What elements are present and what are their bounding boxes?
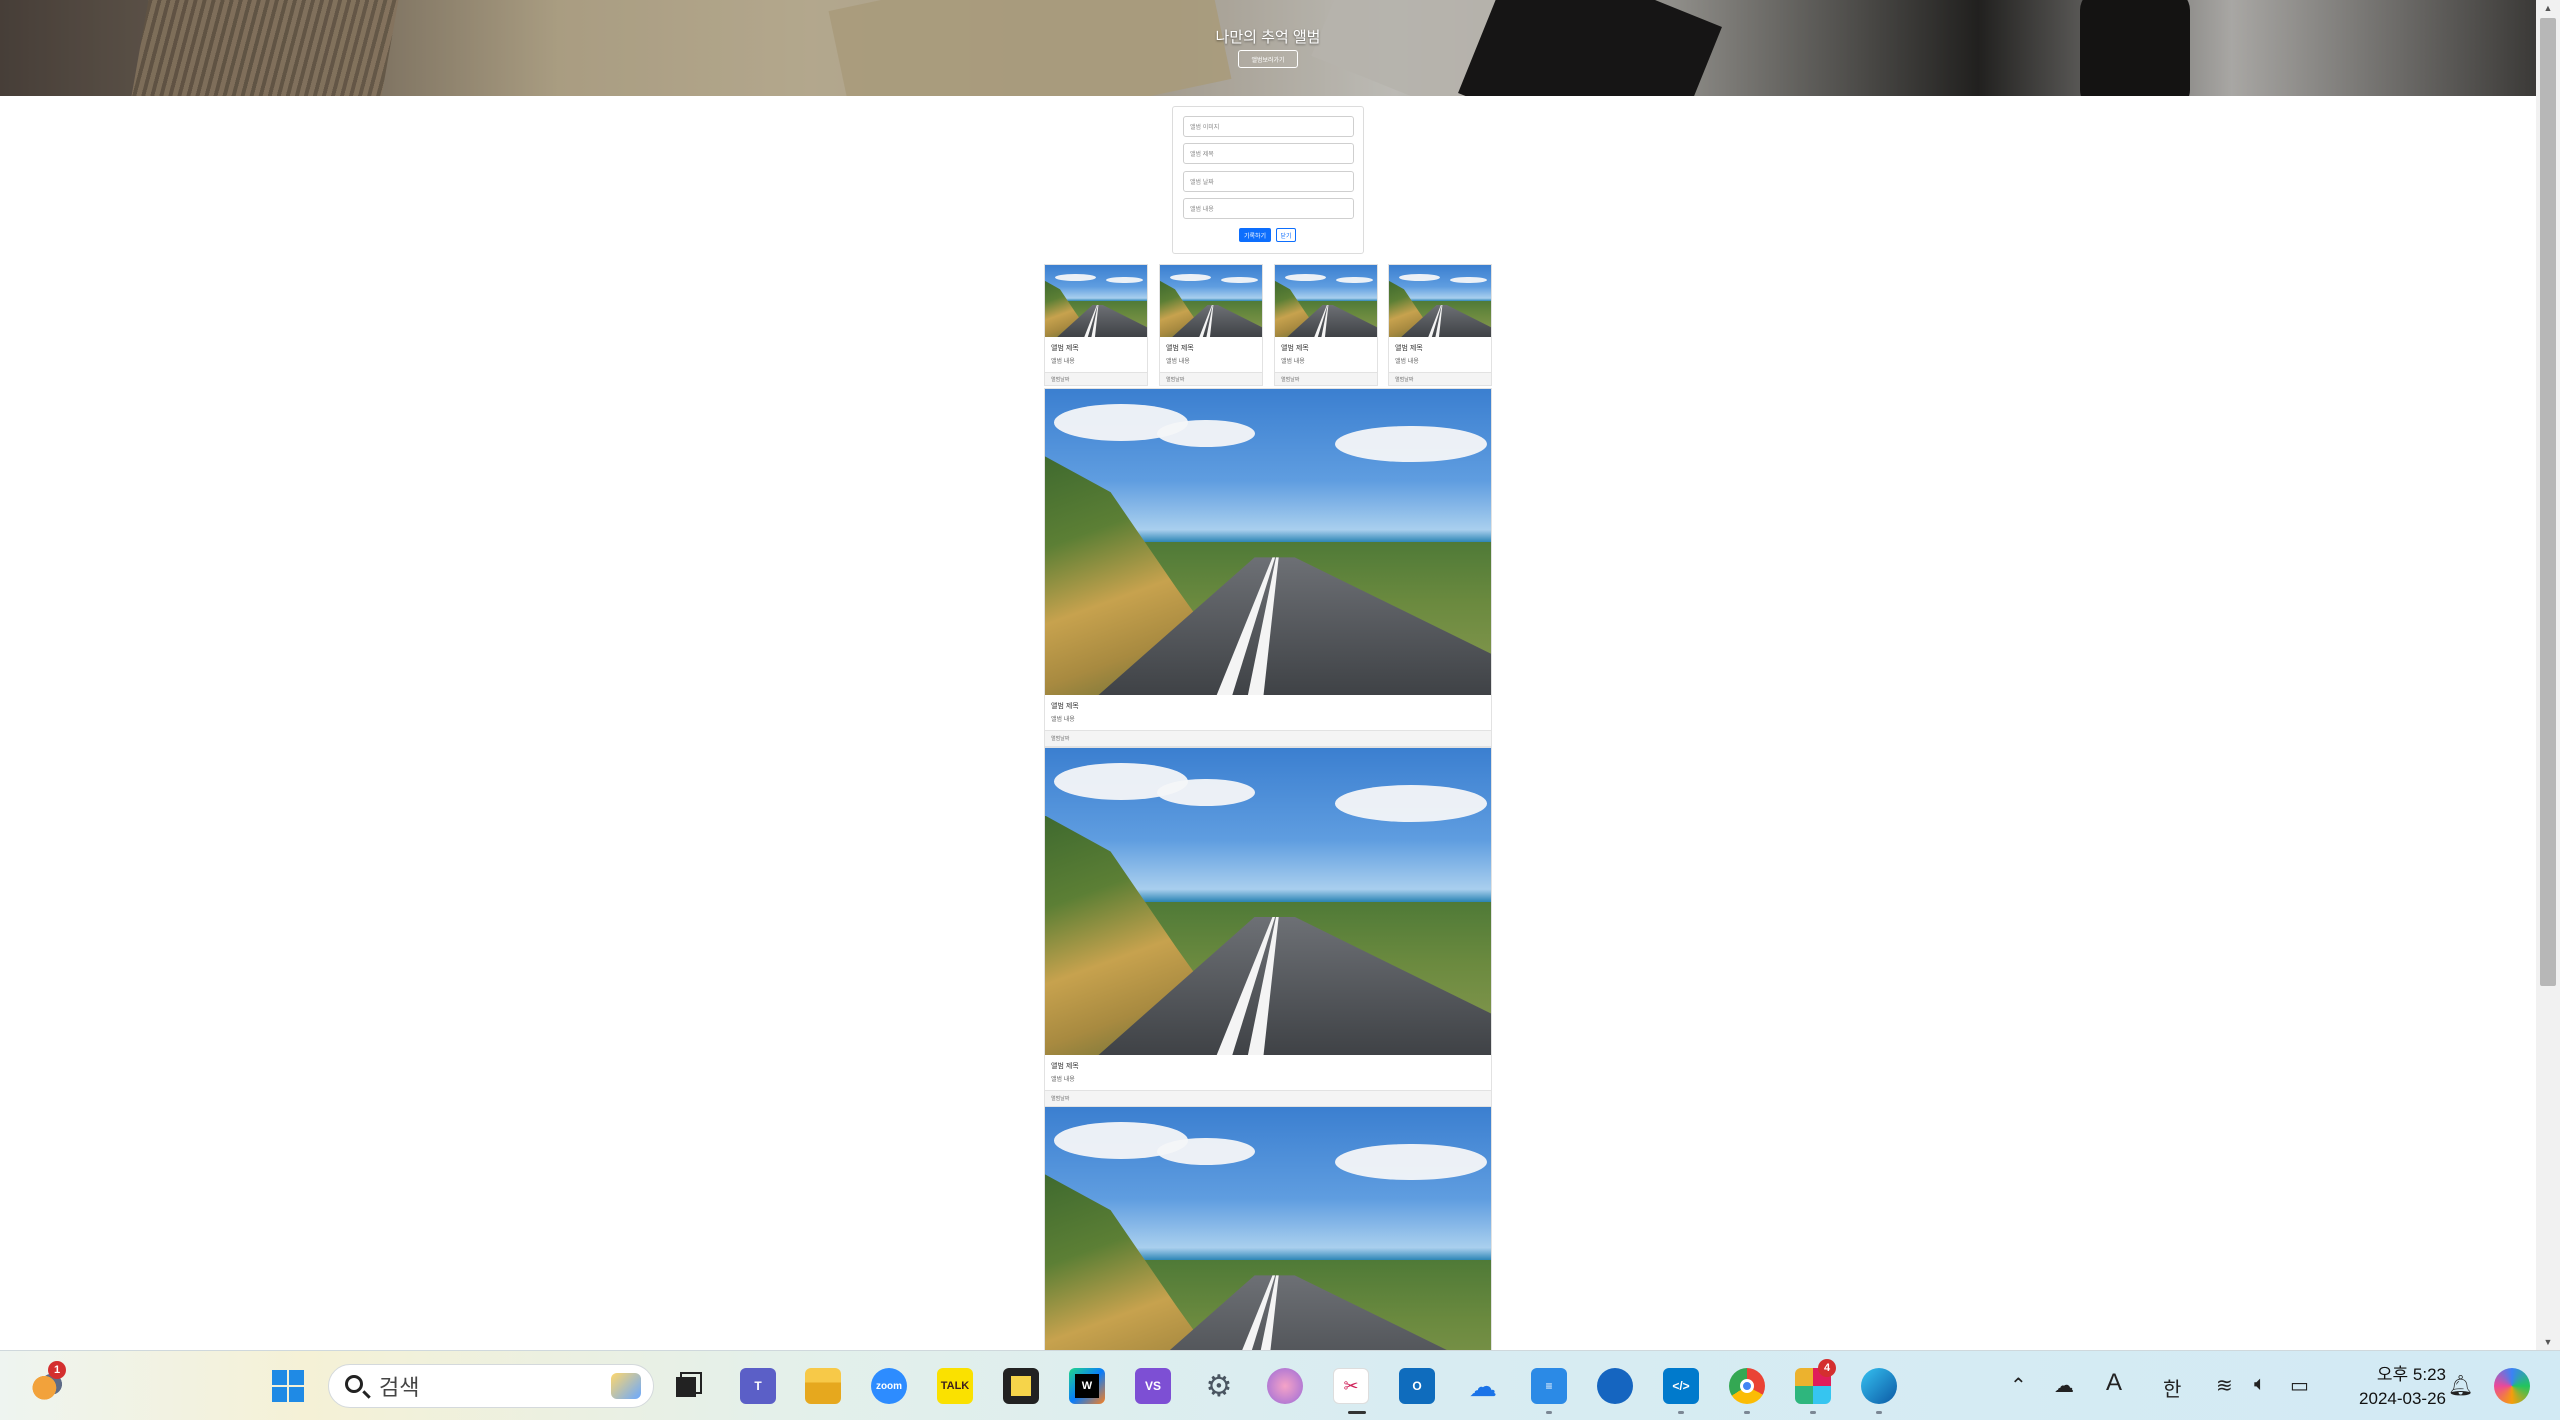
card-content: 앨범 내용 <box>1281 359 1305 365</box>
album-photo <box>1389 265 1491 337</box>
card-footer: 앨범날짜 <box>1160 372 1262 385</box>
card-title: 앨범 제목 <box>1051 1063 1079 1070</box>
album-card[interactable]: 앨범 제목 앨범 내용 앨범날짜 <box>1044 388 1492 747</box>
album-title-input[interactable]: 앨범 제목 <box>1183 143 1354 164</box>
kakaotalk-icon[interactable]: TALK <box>937 1368 973 1404</box>
windows-start-icon[interactable] <box>270 1368 306 1404</box>
font-input-icon[interactable]: A <box>2106 1369 2122 1397</box>
card-title: 앨범 제목 <box>1281 345 1309 352</box>
file-explorer-icon[interactable] <box>805 1368 841 1404</box>
album-photo <box>1275 265 1377 337</box>
task-view-icon[interactable] <box>670 1368 706 1404</box>
page-scrollbar[interactable]: ▲ ▼ <box>2536 0 2560 1350</box>
hero-title: 나만의 추억 앨범 <box>1215 29 1321 46</box>
card-content: 앨범 내용 <box>1051 359 1075 365</box>
search-highlight-icon <box>611 1373 641 1399</box>
snipping-tool-icon[interactable]: ✂ <box>1333 1368 1369 1404</box>
view-album-button[interactable]: 앨범보러가기 <box>1238 50 1298 68</box>
card-content: 앨범 내용 <box>1395 359 1419 365</box>
show-hidden-icons-chevron-icon[interactable]: ⌃ <box>2010 1373 2027 1398</box>
album-card[interactable]: 앨범 제목 앨범 내용 앨범날짜 <box>1274 264 1378 386</box>
ime-language-indicator[interactable]: 한 <box>2163 1373 2181 1402</box>
vscode-icon[interactable]: </> <box>1663 1368 1699 1404</box>
volume-icon[interactable]: 🔈︎ <box>2254 1373 2266 1396</box>
settings-gear-icon[interactable]: ⚙ <box>1201 1368 1237 1404</box>
remote-desktop-icon[interactable] <box>1597 1368 1633 1404</box>
card-footer: 앨범날짜 <box>1045 1090 1491 1106</box>
album-form: 앨범 이미지 앨범 제목 앨범 날짜 앨범 내용 기록하기 닫기 <box>1172 106 1364 254</box>
hero-banner: 나만의 추억 앨범 앨범보러가기 <box>0 0 2536 96</box>
submit-button[interactable]: 기록하기 <box>1239 228 1271 242</box>
copilot-icon[interactable] <box>2494 1368 2530 1404</box>
card-content: 앨범 내용 <box>1051 717 1075 723</box>
notepad-icon[interactable]: ≡ <box>1531 1368 1567 1404</box>
zoom-icon[interactable]: zoom <box>871 1368 907 1404</box>
browser-viewport: 나만의 추억 앨범 앨범보러가기 앨범 이미지 앨범 제목 앨범 날짜 앨범 내… <box>0 0 2560 1350</box>
card-title: 앨범 제목 <box>1166 345 1194 352</box>
edge-icon[interactable] <box>1861 1368 1897 1404</box>
outlook-icon[interactable]: O <box>1399 1368 1435 1404</box>
clock-time: 오후 5:23 <box>2376 1365 2446 1384</box>
album-photo <box>1045 389 1491 695</box>
weather-badge: 1 <box>48 1361 66 1379</box>
onedrive-status-icon[interactable]: ☁ <box>2054 1373 2074 1398</box>
card-content: 앨범 내용 <box>1051 1077 1075 1083</box>
teams-icon[interactable]: T <box>740 1368 776 1404</box>
album-card[interactable] <box>1044 1106 1492 1350</box>
album-content-input[interactable]: 앨범 내용 <box>1183 198 1354 219</box>
card-content: 앨범 내용 <box>1166 359 1190 365</box>
clock-date: 2024-03-26 <box>2359 1389 2446 1408</box>
scroll-up-arrow-icon[interactable]: ▲ <box>2536 0 2560 16</box>
album-photo <box>1045 1107 1491 1350</box>
album-card[interactable]: 앨범 제목 앨범 내용 앨범날짜 <box>1159 264 1263 386</box>
card-footer: 앨범날짜 <box>1045 730 1491 746</box>
card-footer: 앨범날짜 <box>1389 372 1491 385</box>
windows-taskbar: 1 검색 T zoom TALK W VS ⚙ ✂ O ☁ ≡ </> 4 ⌃ … <box>0 1350 2560 1420</box>
scroll-down-arrow-icon[interactable]: ▼ <box>2536 1334 2560 1350</box>
card-footer: 앨범날짜 <box>1275 372 1377 385</box>
visual-studio-icon[interactable]: VS <box>1135 1368 1171 1404</box>
album-photo <box>1045 748 1491 1055</box>
album-card[interactable]: 앨범 제목 앨범 내용 앨범날짜 <box>1044 747 1492 1107</box>
album-card[interactable]: 앨범 제목 앨범 내용 앨범날짜 <box>1388 264 1492 386</box>
slack-badge: 4 <box>1818 1359 1836 1377</box>
search-icon <box>345 1375 363 1393</box>
card-footer: 앨범날짜 <box>1045 372 1147 385</box>
album-photo <box>1160 265 1262 337</box>
album-image-input[interactable]: 앨범 이미지 <box>1183 116 1354 137</box>
card-title: 앨범 제목 <box>1395 345 1423 352</box>
search-placeholder: 검색 <box>379 1375 420 1400</box>
sticky-notes-icon[interactable] <box>1003 1368 1039 1404</box>
album-photo <box>1045 265 1147 337</box>
paint-icon[interactable] <box>1267 1368 1303 1404</box>
system-clock[interactable]: 오후 5:23 2024-03-26 <box>2334 1363 2446 1411</box>
album-date-input[interactable]: 앨범 날짜 <box>1183 171 1354 192</box>
close-button[interactable]: 닫기 <box>1276 228 1296 242</box>
card-title: 앨범 제목 <box>1051 703 1079 710</box>
notification-bell-icon[interactable]: 🔔︎ <box>2448 1373 2473 1398</box>
taskbar-search-box[interactable]: 검색 <box>328 1364 654 1408</box>
webstorm-icon[interactable]: W <box>1069 1368 1105 1404</box>
battery-icon[interactable]: ▭ <box>2290 1373 2309 1398</box>
card-title: 앨범 제목 <box>1051 345 1079 352</box>
scrollbar-thumb[interactable] <box>2540 18 2556 986</box>
onedrive-cloud-icon[interactable]: ☁ <box>1465 1368 1501 1404</box>
wifi-icon[interactable]: ≋ <box>2216 1373 2233 1398</box>
album-card[interactable]: 앨범 제목 앨범 내용 앨범날짜 <box>1044 264 1148 386</box>
chrome-icon[interactable] <box>1729 1368 1765 1404</box>
